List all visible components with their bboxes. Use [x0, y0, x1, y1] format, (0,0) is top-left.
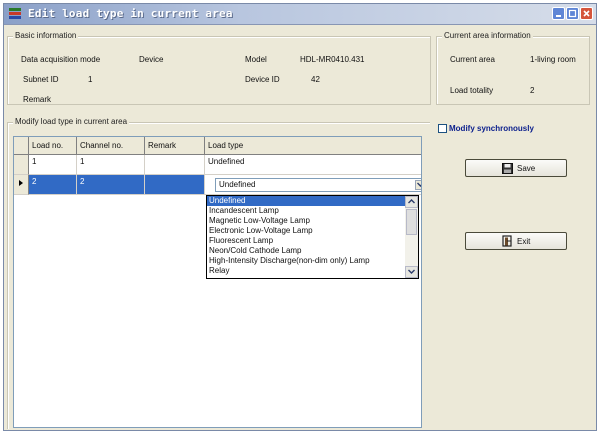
load-type-grid: Load no. Channel no. Remark Load type 1 … [13, 136, 422, 428]
modify-load-legend: Modify load type in current area [13, 117, 130, 126]
chevron-up-icon [408, 199, 415, 204]
basic-info-legend: Basic information [13, 31, 79, 40]
row-header[interactable] [14, 175, 29, 195]
scroll-up-button[interactable] [405, 196, 418, 208]
load-totality-value: 2 [530, 86, 535, 95]
column-header-remark[interactable]: Remark [145, 137, 205, 154]
remark-cell[interactable] [145, 155, 205, 175]
edit-load-type-window: Edit load type in current area Basic inf… [3, 3, 597, 431]
chevron-down-icon [417, 182, 421, 187]
minimize-icon [556, 15, 561, 17]
channel-no-cell[interactable]: 2 [77, 175, 145, 195]
close-button[interactable] [580, 7, 593, 20]
save-button-label: Save [517, 164, 536, 173]
subnet-value: 1 [88, 75, 93, 84]
column-header-load-type[interactable]: Load type [205, 137, 421, 154]
dropdown-option[interactable]: Electronic Low-Voltage Lamp [207, 226, 407, 236]
channel-no-cell[interactable]: 1 [77, 155, 145, 175]
dropdown-option[interactable]: Neon/Cold Cathode Lamp [207, 246, 407, 256]
device-value: 42 [311, 75, 320, 84]
data-acq-value: Device [139, 55, 164, 64]
load-type-combobox[interactable]: Undefined [215, 178, 421, 192]
dropdown-option[interactable]: Relay [207, 266, 407, 276]
exit-button[interactable]: Exit [465, 232, 567, 250]
title-bar[interactable]: Edit load type in current area [4, 4, 596, 25]
minimize-button[interactable] [552, 7, 565, 20]
table-row[interactable]: 1 1 Undefined [14, 155, 421, 175]
device-label: Device ID [245, 75, 280, 84]
combobox-dropdown-button[interactable] [415, 180, 421, 190]
area-info-group: Current area information Current area 1-… [436, 31, 590, 105]
row-header[interactable] [14, 155, 29, 175]
current-area-value: 1-living room [530, 55, 576, 64]
exit-button-label: Exit [517, 237, 531, 246]
basic-info-group: Basic information Data acquisition mode … [7, 31, 431, 105]
remark-cell[interactable] [145, 175, 205, 195]
load-totality-label: Load totality [450, 86, 494, 95]
subnet-label: Subnet ID [23, 75, 59, 84]
dropdown-option[interactable]: Undefined [207, 196, 407, 206]
combobox-value: Undefined [219, 180, 256, 189]
dropdown-option[interactable]: Fluorescent Lamp [207, 236, 407, 246]
window-title: Edit load type in current area [28, 7, 233, 20]
load-no-cell[interactable]: 1 [29, 155, 77, 175]
dropdown-option[interactable]: Incandescent Lamp [207, 206, 407, 216]
modify-sync-label[interactable]: Modify synchronously [449, 124, 534, 133]
load-type-cell[interactable]: Undefined [205, 155, 421, 175]
scroll-down-button[interactable] [405, 266, 418, 278]
grid-header: Load no. Channel no. Remark Load type [14, 137, 421, 155]
current-area-label: Current area [450, 55, 495, 64]
column-header-channel-no[interactable]: Channel no. [77, 137, 145, 154]
area-info-legend: Current area information [442, 31, 533, 40]
remark-label: Remark [23, 95, 52, 104]
chevron-down-icon [408, 269, 415, 274]
model-label: Model [245, 55, 267, 64]
column-header-load-no[interactable]: Load no. [29, 137, 77, 154]
dropdown-scrollbar[interactable] [405, 196, 418, 278]
load-type-dropdown-list[interactable]: Undefined Incandescent Lamp Magnetic Low… [206, 195, 419, 279]
maximize-icon [568, 9, 577, 18]
floppy-disk-icon [502, 163, 513, 174]
row-pointer-icon [19, 180, 23, 186]
dropdown-option[interactable]: High-Intensity Discharge(non-dim only) L… [207, 256, 407, 266]
grid-header-corner [14, 137, 29, 154]
scroll-thumb[interactable] [406, 209, 417, 235]
app-icon [9, 8, 21, 19]
save-button[interactable]: Save [465, 159, 567, 177]
maximize-button[interactable] [566, 7, 579, 20]
modify-sync-checkbox[interactable] [438, 124, 447, 133]
data-acq-label: Data acquisition mode [21, 55, 101, 64]
load-no-cell[interactable]: 2 [29, 175, 77, 195]
model-value: HDL-MR0410.431 [300, 55, 365, 64]
close-icon [583, 10, 590, 17]
exit-door-icon [502, 235, 512, 247]
dropdown-option[interactable]: Magnetic Low-Voltage Lamp [207, 216, 407, 226]
